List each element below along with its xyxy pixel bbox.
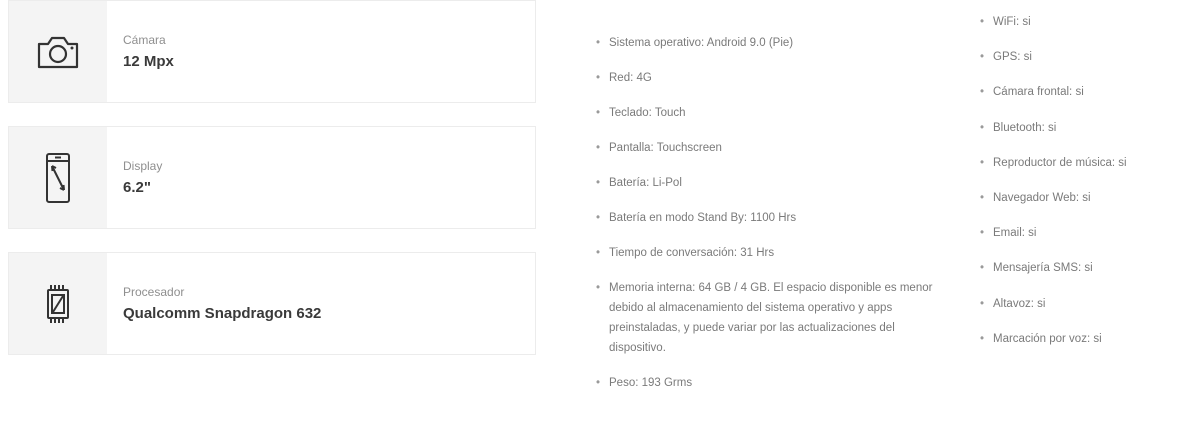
feature-card-camera: Cámara 12 Mpx xyxy=(8,0,536,103)
spec-item: Memoria interna: 64 GB / 4 GB. El espaci… xyxy=(596,278,944,358)
feature-value: 6.2" xyxy=(123,179,151,196)
spec-item: Red: 4G xyxy=(596,68,946,88)
spec-item: Tiempo de conversación: 31 Hrs xyxy=(596,243,946,263)
spec-item: Navegador Web: si xyxy=(980,188,1175,208)
spec-item: Email: si xyxy=(980,223,1175,243)
feature-card-processor: Procesador Qualcomm Snapdragon 632 xyxy=(8,252,536,355)
feature-label: Cámara xyxy=(123,33,166,47)
spec-item: Teclado: Touch xyxy=(596,103,946,123)
spec-item: WiFi: si xyxy=(980,12,1175,32)
spec-item: Batería en modo Stand By: 1100 Hrs xyxy=(596,208,946,228)
spec-item: Bluetooth: si xyxy=(980,118,1175,138)
spec-item: Batería: Li-Pol xyxy=(596,173,946,193)
feature-label: Procesador xyxy=(123,285,185,299)
feature-label: Display xyxy=(123,159,163,173)
spec-item: Marcación por voz: si xyxy=(980,329,1175,349)
spec-item: Reproductor de música: si xyxy=(980,153,1175,173)
spec-item: Mensajería SMS: si xyxy=(980,258,1175,278)
camera-icon xyxy=(9,1,107,102)
feature-card-display: Display 6.2" xyxy=(8,126,536,229)
spec-item: Cámara frontal: si xyxy=(980,82,1175,102)
feature-value: Qualcomm Snapdragon 632 xyxy=(123,305,322,322)
spec-item: GPS: si xyxy=(980,47,1175,67)
feature-value: 12 Mpx xyxy=(123,53,174,70)
spec-item: Pantalla: Touchscreen xyxy=(596,138,946,158)
spec-item: Altavoz: si xyxy=(980,294,1175,314)
spec-list-main: Sistema operativo: Android 9.0 (Pie) Red… xyxy=(596,33,946,408)
spec-item: Peso: 193 Grms xyxy=(596,373,946,393)
spec-list-features: WiFi: si GPS: si Cámara frontal: si Blue… xyxy=(980,12,1175,364)
spec-item: Sistema operativo: Android 9.0 (Pie) xyxy=(596,33,946,53)
processor-chip-icon xyxy=(9,253,107,354)
phone-display-icon xyxy=(9,127,107,228)
feature-cards: Cámara 12 Mpx Display 6.2" Procesador Qu… xyxy=(8,0,536,378)
